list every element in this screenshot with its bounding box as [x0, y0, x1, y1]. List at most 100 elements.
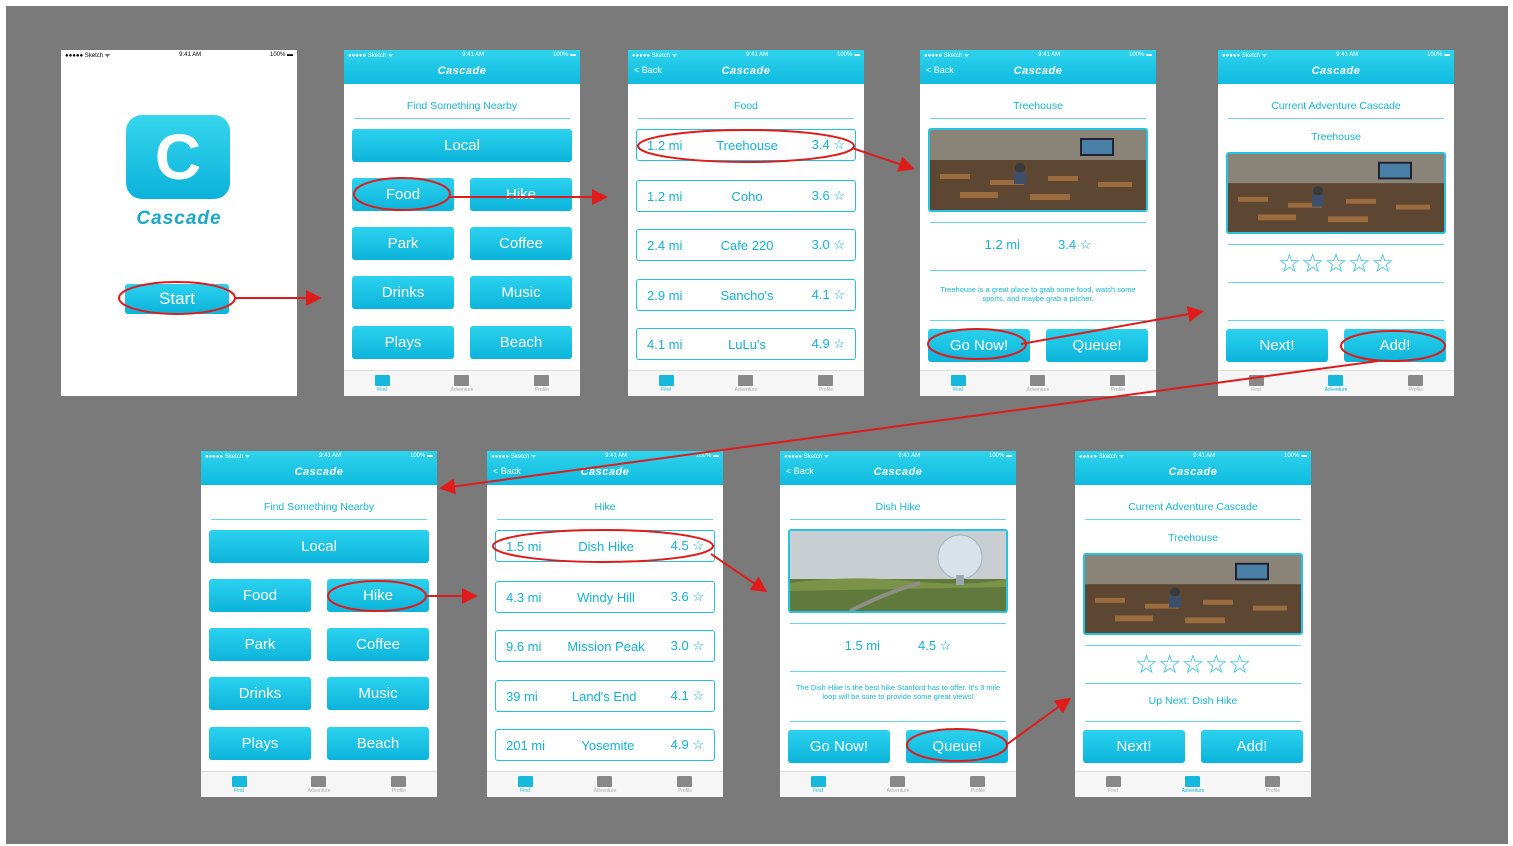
- tab-adventure[interactable]: Adventure: [734, 375, 758, 393]
- tab-profile[interactable]: Profile: [970, 776, 986, 794]
- hike-button[interactable]: Hike: [327, 579, 429, 612]
- add-button[interactable]: Add!: [1201, 730, 1303, 763]
- list-item[interactable]: 1.2 mi Treehouse 3.4 ☆: [636, 129, 856, 161]
- tab-find[interactable]: Find: [517, 776, 533, 794]
- profile-icon: [391, 776, 407, 787]
- plays-button[interactable]: Plays: [209, 727, 311, 760]
- beach-button[interactable]: Beach: [327, 727, 429, 760]
- adventure-icon: [311, 776, 327, 787]
- park-button[interactable]: Park: [209, 628, 311, 661]
- tab-profile[interactable]: Profile: [391, 776, 407, 794]
- tab-find[interactable]: Find: [374, 375, 390, 393]
- screen-title: Find Something Nearby: [406, 100, 518, 112]
- tab-label: Profile: [970, 788, 986, 794]
- tab-find[interactable]: Find: [950, 375, 966, 393]
- battery: 100% ▬: [269, 52, 293, 58]
- tab-label: Adventure: [734, 387, 758, 393]
- hike-button[interactable]: Hike: [470, 178, 572, 211]
- beach-button[interactable]: Beach: [470, 326, 572, 359]
- go-now-button[interactable]: Go Now!: [788, 730, 890, 763]
- item-rating: 3.6 ☆: [811, 188, 845, 203]
- tab-adventure[interactable]: Adventure: [1182, 776, 1204, 794]
- tab-label: Find: [661, 387, 671, 393]
- add-button[interactable]: Add!: [1344, 329, 1446, 362]
- plays-button[interactable]: Plays: [352, 326, 454, 359]
- list-item[interactable]: 2.9 mi Sancho's 4.1 ☆: [636, 279, 856, 311]
- list-item[interactable]: 201 mi Yosemite 4.9 ☆: [495, 729, 715, 761]
- tab-adventure[interactable]: Adventure: [887, 776, 909, 794]
- rating-stars[interactable]: ☆☆☆☆☆: [1226, 248, 1446, 278]
- tab-bar: Find Adventure Profile: [920, 370, 1156, 396]
- music-button[interactable]: Music: [470, 276, 572, 309]
- profile-icon: [677, 776, 693, 787]
- tab-find[interactable]: Find: [231, 776, 247, 794]
- item-distance: 1.5 mi: [506, 538, 542, 554]
- tab-profile[interactable]: Profile: [534, 375, 550, 393]
- item-rating: 4.9 ☆: [811, 336, 845, 351]
- list-item[interactable]: 4.1 mi LuLu's 4.9 ☆: [636, 328, 856, 360]
- list-item[interactable]: 39 mi Land's End 4.1 ☆: [495, 680, 715, 712]
- food-button[interactable]: Food: [352, 178, 454, 211]
- local-button[interactable]: Local: [209, 530, 429, 563]
- rating-stars[interactable]: ☆☆☆☆☆: [1083, 649, 1303, 679]
- find-icon: [1248, 375, 1264, 386]
- tab-profile[interactable]: Profile: [677, 776, 693, 794]
- go-now-button[interactable]: Go Now!: [928, 329, 1030, 362]
- queue-button[interactable]: Queue!: [1046, 329, 1148, 362]
- tab-profile[interactable]: Profile: [1265, 776, 1281, 794]
- park-button[interactable]: Park: [352, 227, 454, 260]
- tab-find[interactable]: Find: [658, 375, 674, 393]
- list-item[interactable]: 1.5 mi Dish Hike 4.5 ☆: [495, 530, 715, 562]
- up-next-label: Up Next: Dish Hike: [1148, 695, 1238, 707]
- restaurant-photo-image: [1085, 555, 1301, 633]
- tab-label: Find: [813, 788, 823, 794]
- clock: 9:41 AM: [605, 453, 628, 459]
- battery: 100% ▬: [552, 52, 576, 58]
- tab-label: Adventure: [1026, 387, 1050, 393]
- drinks-button[interactable]: Drinks: [209, 677, 311, 710]
- tab-adventure[interactable]: Adventure: [594, 776, 616, 794]
- item-name: Mission Peak: [567, 638, 645, 654]
- start-button[interactable]: Start: [125, 284, 229, 314]
- next-button[interactable]: Next!: [1083, 730, 1185, 763]
- tab-label: Profile: [391, 788, 407, 794]
- local-button[interactable]: Local: [352, 129, 572, 162]
- tab-adventure[interactable]: Adventure: [308, 776, 330, 794]
- tab-adventure[interactable]: Adventure: [1325, 375, 1347, 393]
- item-rating: 3.4 ☆: [811, 137, 845, 152]
- queue-button[interactable]: Queue!: [906, 730, 1008, 763]
- list-item[interactable]: 2.4 mi Cafe 220 3.0 ☆: [636, 229, 856, 261]
- item-name: Yosemite: [581, 737, 635, 753]
- tab-adventure[interactable]: Adventure: [451, 375, 473, 393]
- list-item[interactable]: 4.3 mi Windy Hill 3.6 ☆: [495, 581, 715, 613]
- tab-label: Profile: [1408, 387, 1424, 393]
- coffee-button[interactable]: Coffee: [470, 227, 572, 260]
- list-item[interactable]: 9.6 mi Mission Peak 3.0 ☆: [495, 630, 715, 662]
- music-button[interactable]: Music: [327, 677, 429, 710]
- item-name: Cafe 220: [720, 237, 774, 253]
- food-button[interactable]: Food: [209, 579, 311, 612]
- tab-profile[interactable]: Profile: [1408, 375, 1424, 393]
- status-bar: ●●●●● Sketch ᯤ 9:41 AM 100% ▬: [61, 50, 297, 60]
- dish-photo: [788, 529, 1008, 613]
- screen-title: Current Adventure Cascade: [1271, 100, 1401, 112]
- tab-profile[interactable]: Profile: [1110, 375, 1126, 393]
- drinks-button[interactable]: Drinks: [352, 276, 454, 309]
- item-rating: 3.0 ☆: [670, 638, 704, 653]
- tab-find[interactable]: Find: [810, 776, 826, 794]
- list-item[interactable]: 1.2 mi Coho 3.6 ☆: [636, 180, 856, 212]
- tab-find[interactable]: Find: [1248, 375, 1264, 393]
- coffee-button[interactable]: Coffee: [327, 628, 429, 661]
- nav-bar: ●●●●● Sketch ᯤ 9:41 AM 100% ▬ Cascade: [1218, 50, 1454, 84]
- tab-label: Find: [953, 387, 963, 393]
- next-button[interactable]: Next!: [1226, 329, 1328, 362]
- adventure-icon: [454, 375, 470, 386]
- tab-bar: Find Adventure Profile: [1218, 370, 1454, 396]
- nav-bar: ●●●●● Sketch ᯤ 9:41 AM 100% ▬ < Back Casca…: [487, 451, 723, 485]
- nav-bar: ●●●●● Sketch ᯤ 9:41 AM 100% ▬ Cascade: [344, 50, 580, 84]
- detail-meta: 1.5 mi 4.5 ☆: [780, 638, 1016, 654]
- tab-label: Profile: [534, 387, 550, 393]
- tab-profile[interactable]: Profile: [818, 375, 834, 393]
- tab-adventure[interactable]: Adventure: [1026, 375, 1050, 393]
- tab-find[interactable]: Find: [1105, 776, 1121, 794]
